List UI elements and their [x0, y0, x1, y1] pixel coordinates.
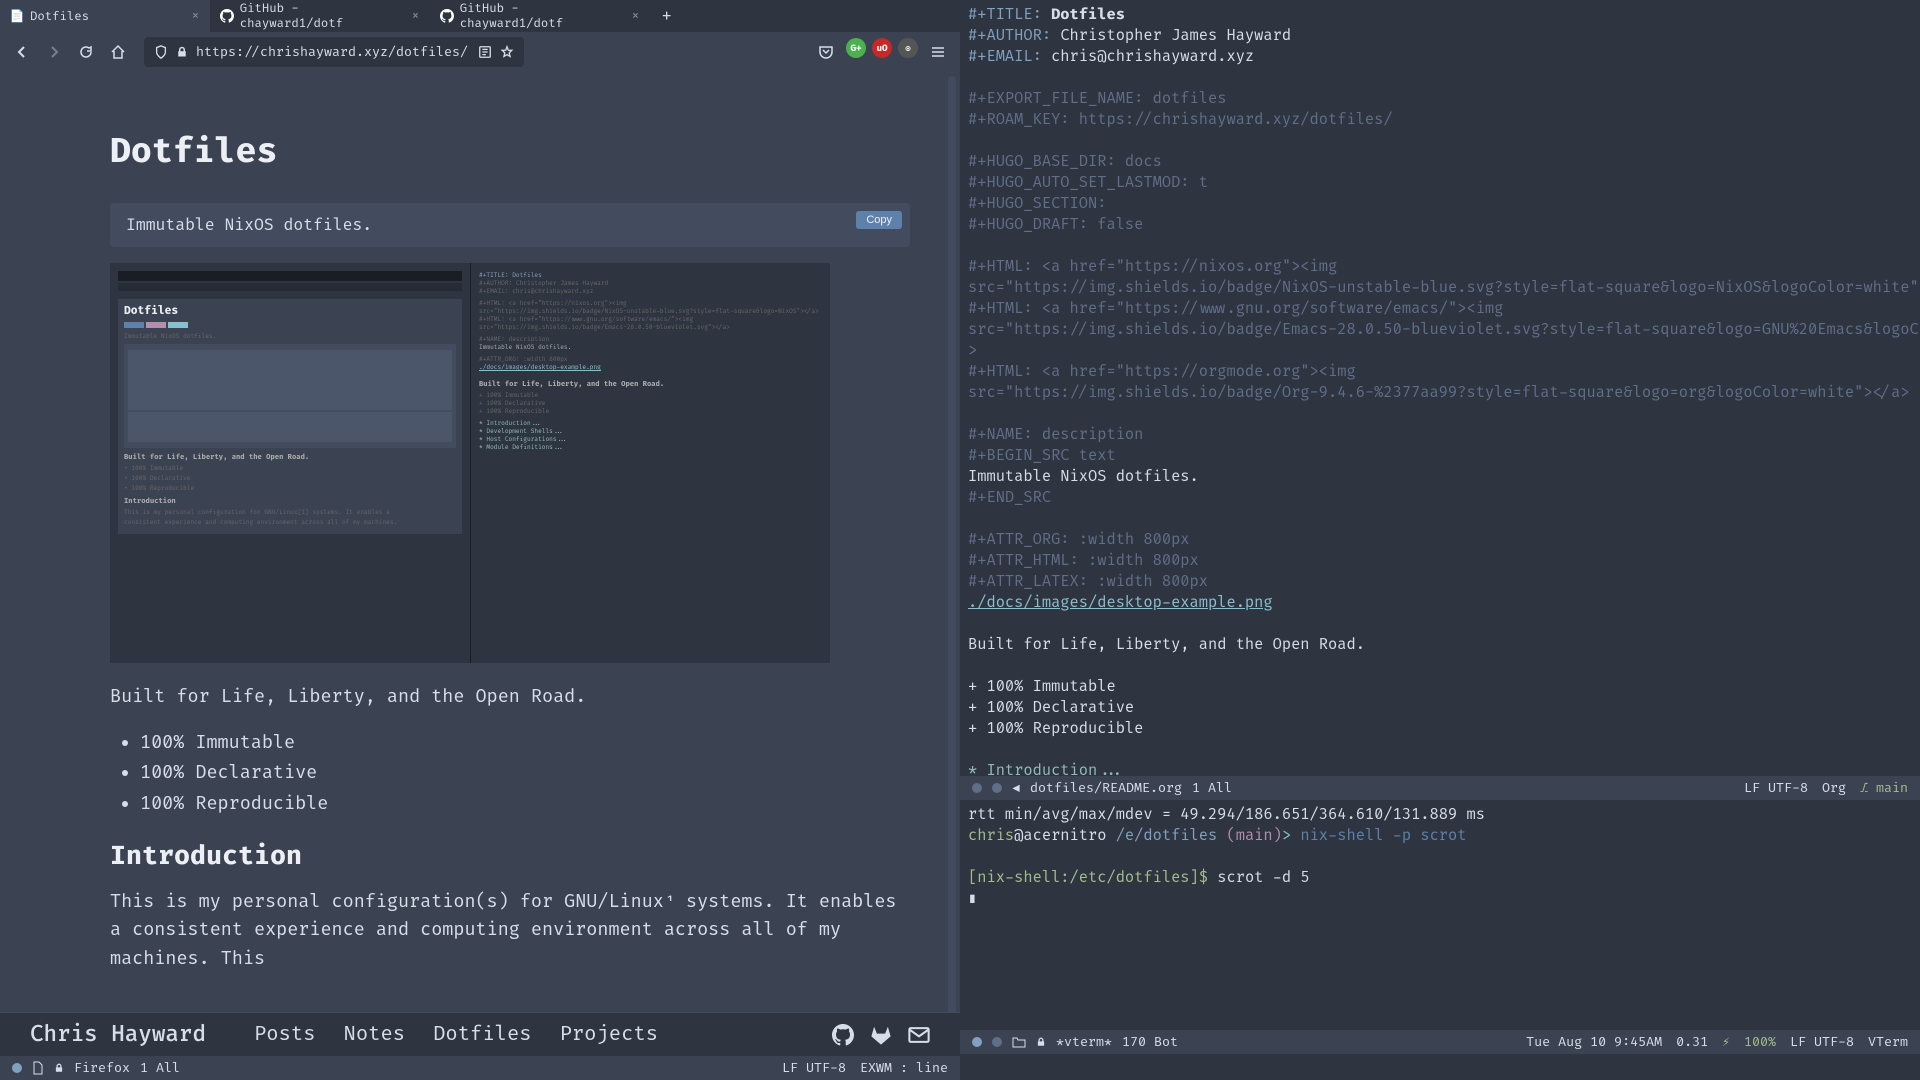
close-icon[interactable]: × [191, 8, 200, 25]
list-item: 100% Reproducible [140, 789, 910, 820]
back-arrow-icon: ◀ [1012, 780, 1020, 796]
page-content: Dotfiles Immutable NixOS dotfiles. Copy … [0, 72, 960, 1012]
gitlab-icon[interactable] [870, 1024, 892, 1046]
ublock-icon[interactable]: uO [872, 38, 892, 58]
reader-icon[interactable] [478, 45, 492, 59]
tab-github-2[interactable]: GitHub - chayward1/dotf × [430, 0, 650, 32]
scrollbar[interactable] [948, 76, 956, 1012]
mail-icon[interactable] [908, 1024, 930, 1046]
nav-posts[interactable]: Posts [254, 1023, 316, 1047]
load-avg: 0.31 [1676, 1034, 1708, 1050]
intro-heading: Introduction [110, 840, 910, 872]
status-dot [972, 1037, 982, 1047]
feature-list: 100% Immutable 100% Declarative 100% Rep… [140, 728, 910, 820]
nav-dotfiles[interactable]: Dotfiles [433, 1023, 531, 1047]
position: 170 Bot [1122, 1034, 1178, 1050]
description-text: Immutable NixOS dotfiles. [126, 215, 372, 235]
tagline: Built for Life, Liberty, and the Open Ro… [110, 683, 910, 712]
terminal-pane[interactable]: rtt min/avg/max/mdev = 49.294/186.651/36… [960, 800, 1920, 1030]
buffer-file: dotfiles/README.org [1030, 780, 1182, 796]
tab-dotfiles[interactable]: 📄 Dotfiles × [0, 0, 210, 32]
copy-button[interactable]: Copy [856, 211, 902, 229]
mode: Org [1822, 780, 1846, 796]
tab-title: GitHub - chayward1/dotf [240, 1, 405, 31]
tab-bar: 📄 Dotfiles × GitHub - chayward1/dotf × G… [0, 0, 960, 32]
list-item: 100% Declarative [140, 758, 910, 789]
tab-title: GitHub - chayward1/dotf [460, 1, 625, 31]
ping-output: rtt min/avg/max/mdev = 49.294/186.651/36… [968, 804, 1912, 825]
home-button[interactable] [104, 38, 132, 66]
page-title: Dotfiles [110, 132, 910, 173]
reload-button[interactable] [72, 38, 100, 66]
extension-icon[interactable]: G+ [846, 38, 866, 58]
status-dot [992, 1037, 1002, 1047]
editor-pane[interactable]: #+TITLE: Dotfiles #+AUTHOR: Christopher … [960, 0, 1920, 776]
position: 1 All [140, 1060, 180, 1076]
close-icon[interactable]: × [411, 8, 420, 25]
menu-button[interactable] [924, 38, 952, 66]
shell-prompt: chris@acernitro /e/dotfiles (main)> nix-… [968, 825, 1912, 846]
lock-icon [176, 45, 188, 59]
file-icon [32, 1061, 44, 1075]
mode: EXWM : line [860, 1060, 948, 1076]
nav-projects[interactable]: Projects [560, 1023, 658, 1047]
close-icon[interactable]: × [631, 8, 640, 25]
extension-icon[interactable]: ◎ [898, 38, 918, 58]
url-bar[interactable]: https://chrishayward.xyz/dotfiles/ [144, 37, 524, 67]
intro-body: This is my personal configuration(s) for… [110, 888, 910, 974]
buffer-name: Firefox [74, 1060, 130, 1076]
encoding: LF UTF-8 [782, 1060, 846, 1076]
bookmark-icon[interactable] [500, 45, 514, 59]
lock-icon [1036, 1036, 1046, 1048]
position: 1 All [1192, 780, 1232, 796]
folder-icon [1012, 1036, 1026, 1048]
github-icon[interactable] [832, 1024, 854, 1046]
modeline-editor: ◀ dotfiles/README.org 1 All LF UTF-8 Org… [960, 776, 1920, 800]
nix-shell-prompt: [nix-shell:/etc/dotfiles]$ scrot -d 5 [968, 867, 1912, 888]
github-icon [220, 9, 234, 23]
encoding: LF UTF-8 [1790, 1034, 1854, 1050]
back-button[interactable] [8, 38, 36, 66]
battery-pct: 100% [1744, 1034, 1776, 1050]
datetime: Tue Aug 10 9:45AM [1526, 1034, 1662, 1050]
new-tab-button[interactable]: + [650, 6, 684, 26]
screenshot-image: Dotfiles Immutable NixOS dotfiles. Built… [110, 263, 830, 663]
github-icon [440, 9, 454, 23]
modeline-terminal: *vterm* 170 Bot Tue Aug 10 9:45AM 0.31 ⚡… [960, 1030, 1920, 1054]
url-text: https://chrishayward.xyz/dotfiles/ [196, 44, 468, 60]
cursor-line[interactable]: ▮ [968, 888, 1912, 909]
buffer-name: *vterm* [1056, 1034, 1112, 1050]
tab-github-1[interactable]: GitHub - chayward1/dotf × [210, 0, 430, 32]
code-block: Immutable NixOS dotfiles. Copy [110, 203, 910, 247]
mode: VTerm [1868, 1034, 1908, 1050]
tab-title: Dotfiles [30, 9, 89, 24]
status-dot [12, 1063, 22, 1073]
pocket-icon[interactable] [812, 38, 840, 66]
nav-notes[interactable]: Notes [344, 1023, 406, 1047]
site-name[interactable]: Chris Hayward [30, 1021, 206, 1048]
lock-icon [54, 1062, 64, 1074]
forward-button[interactable] [40, 38, 68, 66]
status-dot [992, 783, 1002, 793]
encoding: LF UTF-8 [1744, 780, 1808, 796]
status-dot [972, 783, 982, 793]
list-item: 100% Immutable [140, 728, 910, 759]
nav-bar: https://chrishayward.xyz/dotfiles/ G+ uO… [0, 32, 960, 72]
git-branch: ⎇ main [1860, 780, 1908, 796]
browser-window: 📄 Dotfiles × GitHub - chayward1/dotf × G… [0, 0, 960, 1012]
shield-icon [154, 45, 168, 59]
site-navigation: Chris Hayward Posts Notes Dotfiles Proje… [0, 1012, 960, 1056]
battery-icon: ⚡ [1722, 1034, 1730, 1050]
modeline-left: Firefox 1 All LF UTF-8 EXWM : line [0, 1056, 960, 1080]
favicon: 📄 [10, 9, 24, 23]
